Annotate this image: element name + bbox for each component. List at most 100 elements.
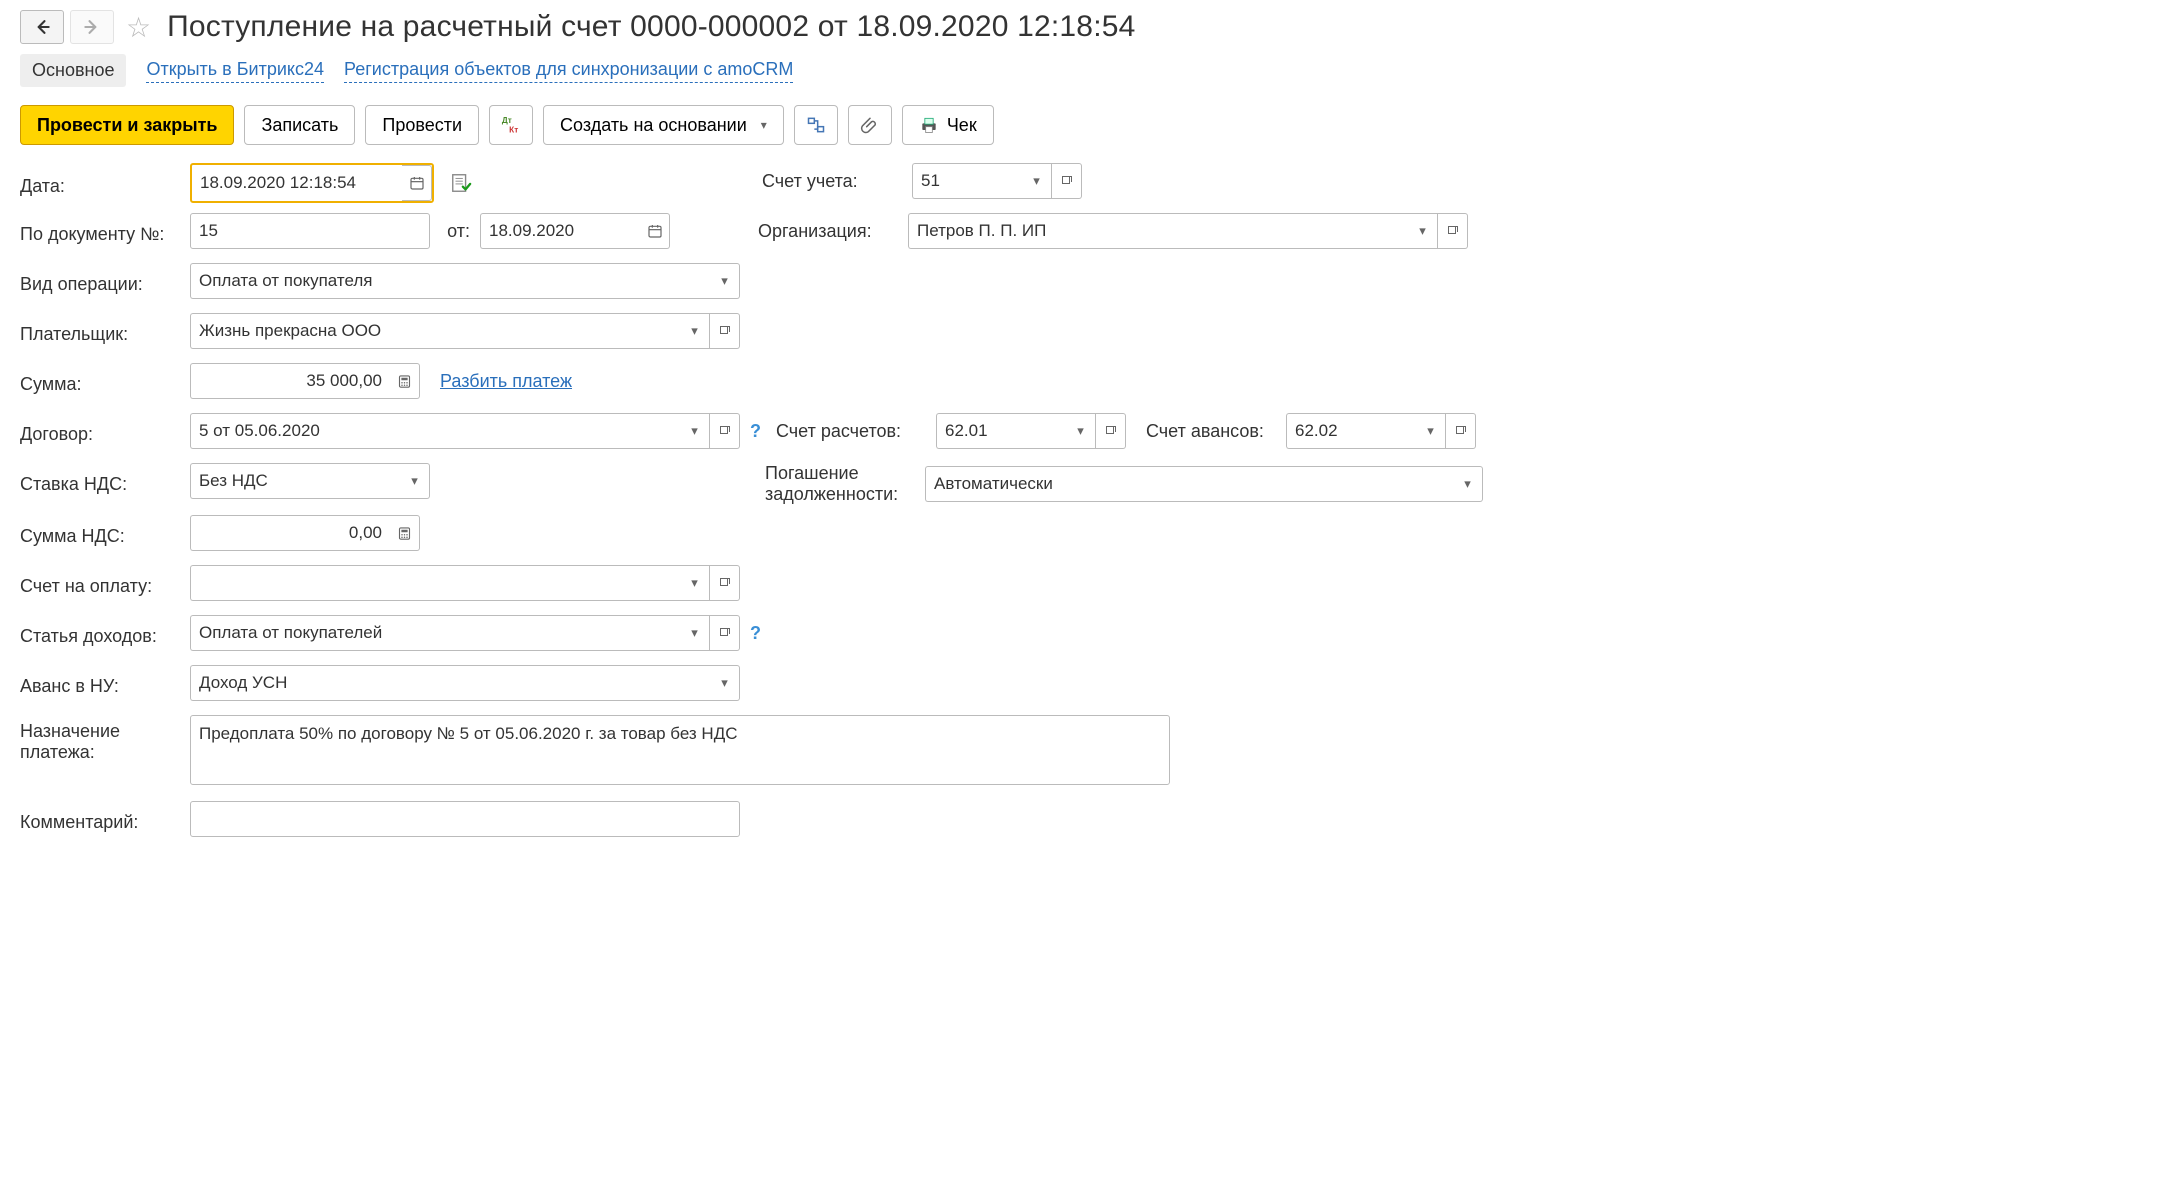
- debt-repay-input[interactable]: Автоматически: [925, 466, 1453, 502]
- open-icon: [719, 577, 731, 589]
- label-advance-acc: Счет авансов:: [1146, 421, 1276, 442]
- label-sum: Сумма:: [20, 368, 180, 395]
- doc-date-input[interactable]: 18.09.2020: [480, 213, 640, 249]
- advance-acc-dropdown[interactable]: ▾: [1416, 413, 1446, 449]
- svg-text:Кт: Кт: [509, 125, 518, 134]
- income-item-open[interactable]: [710, 615, 740, 651]
- label-advance-nu: Аванс в НУ:: [20, 670, 180, 697]
- purpose-textarea[interactable]: Предоплата 50% по договору № 5 от 05.06.…: [190, 715, 1170, 785]
- open-icon: [1105, 425, 1117, 437]
- label-contract: Договор:: [20, 418, 180, 445]
- income-item-dropdown[interactable]: ▾: [680, 615, 710, 651]
- income-item-help[interactable]: ?: [750, 623, 761, 644]
- calendar-icon: [409, 175, 425, 191]
- split-payment-link[interactable]: Разбить платеж: [440, 371, 572, 392]
- label-debt-repay: Погашение задолженности:: [765, 463, 915, 505]
- sum-input[interactable]: 35 000,00: [190, 363, 390, 399]
- vat-sum-calculator[interactable]: [390, 515, 420, 551]
- doc-no-input[interactable]: 15: [190, 213, 430, 249]
- label-date: Дата:: [20, 170, 180, 197]
- date-input[interactable]: 18.09.2020 12:18:54: [192, 165, 402, 201]
- label-income-item: Статья доходов:: [20, 620, 180, 647]
- favorite-star-icon[interactable]: ☆: [126, 11, 151, 44]
- save-button[interactable]: Записать: [244, 105, 355, 145]
- label-comment: Комментарий:: [20, 806, 180, 833]
- settlement-acc-open[interactable]: [1096, 413, 1126, 449]
- org-dropdown[interactable]: ▾: [1408, 213, 1438, 249]
- payer-input[interactable]: Жизнь прекрасна ООО: [190, 313, 680, 349]
- tab-bitrix24[interactable]: Открыть в Битрикс24: [146, 59, 324, 83]
- doc-date-calendar[interactable]: [640, 213, 670, 249]
- vat-rate-dropdown[interactable]: ▾: [400, 463, 430, 499]
- advance-nu-input[interactable]: Доход УСН: [190, 665, 710, 701]
- account-input[interactable]: 51: [912, 163, 1022, 199]
- advance-acc-input[interactable]: 62.02: [1286, 413, 1416, 449]
- label-invoice: Счет на оплату:: [20, 570, 180, 597]
- debit-credit-icon: Дт Кт: [500, 114, 522, 136]
- op-type-dropdown[interactable]: ▾: [710, 263, 740, 299]
- payer-dropdown[interactable]: ▾: [680, 313, 710, 349]
- paperclip-icon: [860, 115, 880, 135]
- create-based-on-button[interactable]: Создать на основании: [543, 105, 784, 145]
- page-title: Поступление на расчетный счет 0000-00000…: [167, 10, 1135, 44]
- calendar-icon: [647, 223, 663, 239]
- debt-repay-dropdown[interactable]: ▾: [1453, 466, 1483, 502]
- income-item-input[interactable]: Оплата от покупателей: [190, 615, 680, 651]
- label-ot: от:: [440, 221, 470, 242]
- open-icon: [719, 425, 731, 437]
- label-account: Счет учета:: [762, 171, 902, 192]
- contract-help[interactable]: ?: [750, 421, 761, 442]
- sum-calculator[interactable]: [390, 363, 420, 399]
- open-icon: [719, 325, 731, 337]
- tab-main[interactable]: Основное: [20, 54, 126, 87]
- label-op-type: Вид операции:: [20, 268, 180, 295]
- contract-dropdown[interactable]: ▾: [680, 413, 710, 449]
- invoice-input[interactable]: [190, 565, 680, 601]
- account-open[interactable]: [1052, 163, 1082, 199]
- settlement-acc-dropdown[interactable]: ▾: [1066, 413, 1096, 449]
- attachment-button[interactable]: [848, 105, 892, 145]
- svg-text:Дт: Дт: [502, 116, 512, 125]
- tab-amocrm[interactable]: Регистрация объектов для синхронизации с…: [344, 59, 793, 83]
- comment-input[interactable]: [190, 801, 740, 837]
- link-icon: [806, 115, 826, 135]
- advance-acc-open[interactable]: [1446, 413, 1476, 449]
- open-icon: [1061, 175, 1073, 187]
- post-button[interactable]: Провести: [365, 105, 479, 145]
- advance-nu-dropdown[interactable]: ▾: [710, 665, 740, 701]
- label-vat-sum: Сумма НДС:: [20, 520, 180, 547]
- open-icon: [1455, 425, 1467, 437]
- vat-sum-input[interactable]: 0,00: [190, 515, 390, 551]
- dtkt-button[interactable]: Дт Кт: [489, 105, 533, 145]
- label-doc-no: По документу №:: [20, 218, 180, 245]
- arrow-left-icon: [32, 17, 52, 37]
- check-button[interactable]: Чек: [902, 105, 994, 145]
- label-settlement-acc: Счет расчетов:: [776, 421, 926, 442]
- label-payer: Плательщик:: [20, 318, 180, 345]
- contract-open[interactable]: [710, 413, 740, 449]
- receipt-printer-icon: [919, 115, 939, 135]
- org-input[interactable]: Петров П. П. ИП: [908, 213, 1408, 249]
- contract-input[interactable]: 5 от 05.06.2020: [190, 413, 680, 449]
- op-type-input[interactable]: Оплата от покупателя: [190, 263, 710, 299]
- nav-back-button[interactable]: [20, 10, 64, 44]
- calculator-icon: [397, 526, 412, 541]
- posted-status-icon: [450, 172, 472, 194]
- nav-forward-button[interactable]: [70, 10, 114, 44]
- org-open[interactable]: [1438, 213, 1468, 249]
- vat-rate-input[interactable]: Без НДС: [190, 463, 400, 499]
- structure-button[interactable]: [794, 105, 838, 145]
- account-dropdown[interactable]: ▾: [1022, 163, 1052, 199]
- label-vat-rate: Ставка НДС:: [20, 468, 180, 495]
- arrow-right-icon: [82, 17, 102, 37]
- invoice-dropdown[interactable]: ▾: [680, 565, 710, 601]
- settlement-acc-input[interactable]: 62.01: [936, 413, 1066, 449]
- open-icon: [1447, 225, 1459, 237]
- payer-open[interactable]: [710, 313, 740, 349]
- calendar-button[interactable]: [402, 165, 432, 201]
- label-org: Организация:: [758, 221, 898, 242]
- invoice-open[interactable]: [710, 565, 740, 601]
- calculator-icon: [397, 374, 412, 389]
- label-purpose: Назначение платежа:: [20, 715, 180, 763]
- post-and-close-button[interactable]: Провести и закрыть: [20, 105, 234, 145]
